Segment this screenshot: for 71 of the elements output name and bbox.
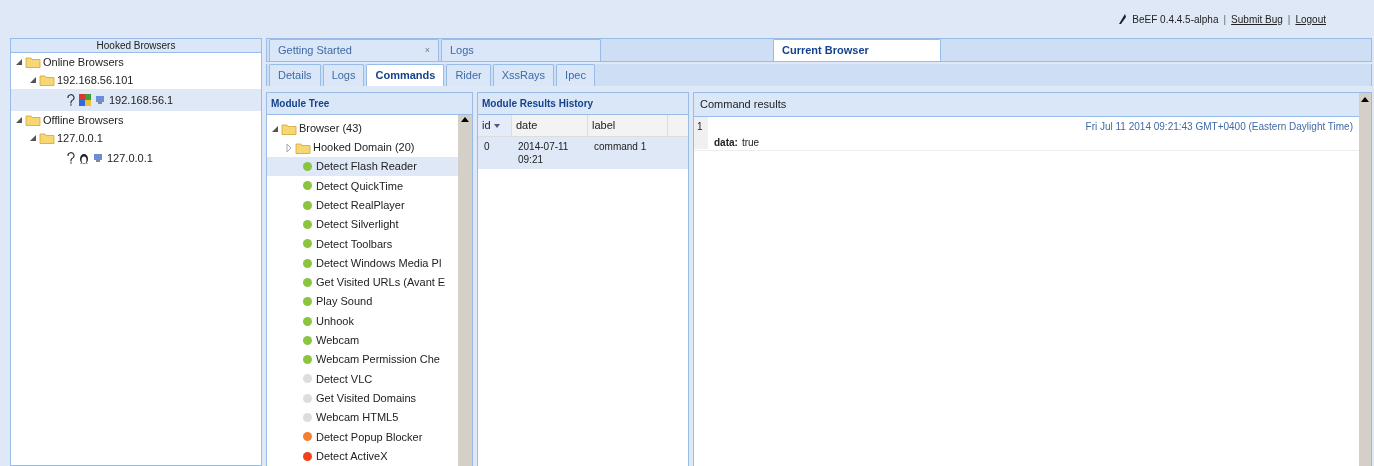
tab[interactable]: XssRays bbox=[492, 64, 555, 86]
table-row[interactable]: 0 2014-07-11 09:21 command 1 bbox=[478, 137, 688, 169]
folder-icon bbox=[281, 122, 297, 135]
tab[interactable]: Logs bbox=[322, 64, 365, 86]
expanded-arrow-icon[interactable] bbox=[29, 77, 37, 83]
tree-item[interactable]: Online Browsers bbox=[43, 53, 124, 71]
module-item[interactable]: Detect VLC bbox=[267, 369, 458, 389]
question-icon bbox=[67, 152, 75, 164]
folder-icon bbox=[295, 141, 311, 154]
module-item[interactable]: Detect Toolbars bbox=[267, 234, 458, 254]
module-item[interactable]: Detect QuickTime bbox=[267, 176, 458, 196]
row-number: 1 bbox=[694, 117, 708, 149]
result-key: data: bbox=[714, 135, 738, 150]
module-item[interactable]: Detect RealPlayer bbox=[267, 195, 458, 215]
column-header[interactable]: date bbox=[512, 115, 588, 136]
module-item[interactable]: Webcam HTML5 bbox=[267, 407, 458, 428]
module-item[interactable]: Get Visited Domains bbox=[267, 388, 458, 408]
module-item[interactable]: Webcam bbox=[267, 330, 458, 350]
scrollbar[interactable] bbox=[1359, 93, 1371, 466]
module-item[interactable]: Webcam Permission Che bbox=[267, 349, 458, 370]
tab[interactable]: Logs bbox=[441, 39, 601, 61]
scrollbar[interactable] bbox=[458, 115, 472, 466]
browser-row[interactable]: 192.168.56.1 bbox=[11, 89, 261, 111]
tab[interactable]: Ipec bbox=[556, 64, 595, 86]
tree-item[interactable]: Browser (43) bbox=[299, 120, 362, 137]
tab[interactable]: Current Browser bbox=[773, 39, 941, 61]
module-item[interactable]: Detect Flash Reader bbox=[267, 157, 458, 177]
module-item[interactable]: Get Visited URLs (Avant E bbox=[267, 272, 458, 293]
module-item[interactable]: Play Sound bbox=[267, 292, 458, 312]
browser-row[interactable]: 127.0.0.1 bbox=[11, 147, 261, 169]
version-label: BeEF 0.4.4.5-alpha bbox=[1132, 12, 1219, 27]
folder-icon bbox=[39, 74, 55, 86]
tab[interactable]: Details bbox=[269, 64, 321, 86]
sort-arrow-icon bbox=[493, 123, 500, 128]
tree-item[interactable]: 127.0.0.1 bbox=[57, 129, 103, 147]
close-icon[interactable]: × bbox=[424, 43, 430, 58]
separator: | bbox=[1287, 12, 1291, 27]
computer-icon bbox=[93, 153, 103, 163]
tree-item[interactable]: 192.168.56.101 bbox=[57, 71, 134, 89]
column-header[interactable]: id bbox=[478, 115, 512, 136]
tree-item[interactable]: Hooked Domain (20) bbox=[313, 139, 415, 156]
header-link[interactable]: Submit Bug bbox=[1231, 11, 1283, 27]
tree-item[interactable]: Offline Browsers bbox=[43, 111, 124, 129]
expanded-arrow-icon[interactable] bbox=[15, 117, 23, 123]
column-header[interactable]: label bbox=[588, 115, 668, 136]
timestamp: Fri Jul 11 2014 09:21:43 GMT+0400 (Eastern Daylight Time) bbox=[1085, 120, 1353, 134]
header-link[interactable]: Logout bbox=[1295, 11, 1326, 27]
expanded-arrow-icon[interactable] bbox=[15, 59, 23, 65]
module-item[interactable]: Detect Popup Blocker bbox=[267, 427, 458, 447]
folder-icon bbox=[39, 132, 55, 144]
windows-icon bbox=[79, 94, 91, 106]
tab[interactable]: Rider bbox=[446, 64, 491, 86]
panel-title: Module Tree bbox=[271, 97, 330, 111]
module-item[interactable]: Detect Windows Media Pl bbox=[267, 253, 458, 273]
result-value: true bbox=[741, 136, 760, 150]
penguin-icon bbox=[79, 152, 89, 164]
tab[interactable]: Getting Started × bbox=[269, 39, 439, 61]
question-icon bbox=[67, 94, 75, 106]
expanded-arrow-icon[interactable] bbox=[271, 125, 279, 132]
separator: | bbox=[1223, 12, 1227, 27]
module-item[interactable]: Unhook bbox=[267, 311, 458, 331]
expanded-arrow-icon[interactable] bbox=[29, 135, 37, 141]
tab[interactable]: Commands bbox=[366, 64, 445, 86]
folder-icon bbox=[25, 56, 41, 68]
computer-icon bbox=[95, 95, 105, 105]
panel-title: Hooked Browsers bbox=[96, 39, 176, 53]
module-item[interactable]: Detect ActiveX bbox=[267, 446, 458, 466]
module-item[interactable]: Detect Silverlight bbox=[267, 214, 458, 235]
panel-title: Module Results History bbox=[482, 97, 594, 111]
folder-icon bbox=[25, 114, 41, 126]
panel-title: Command results bbox=[700, 97, 787, 113]
